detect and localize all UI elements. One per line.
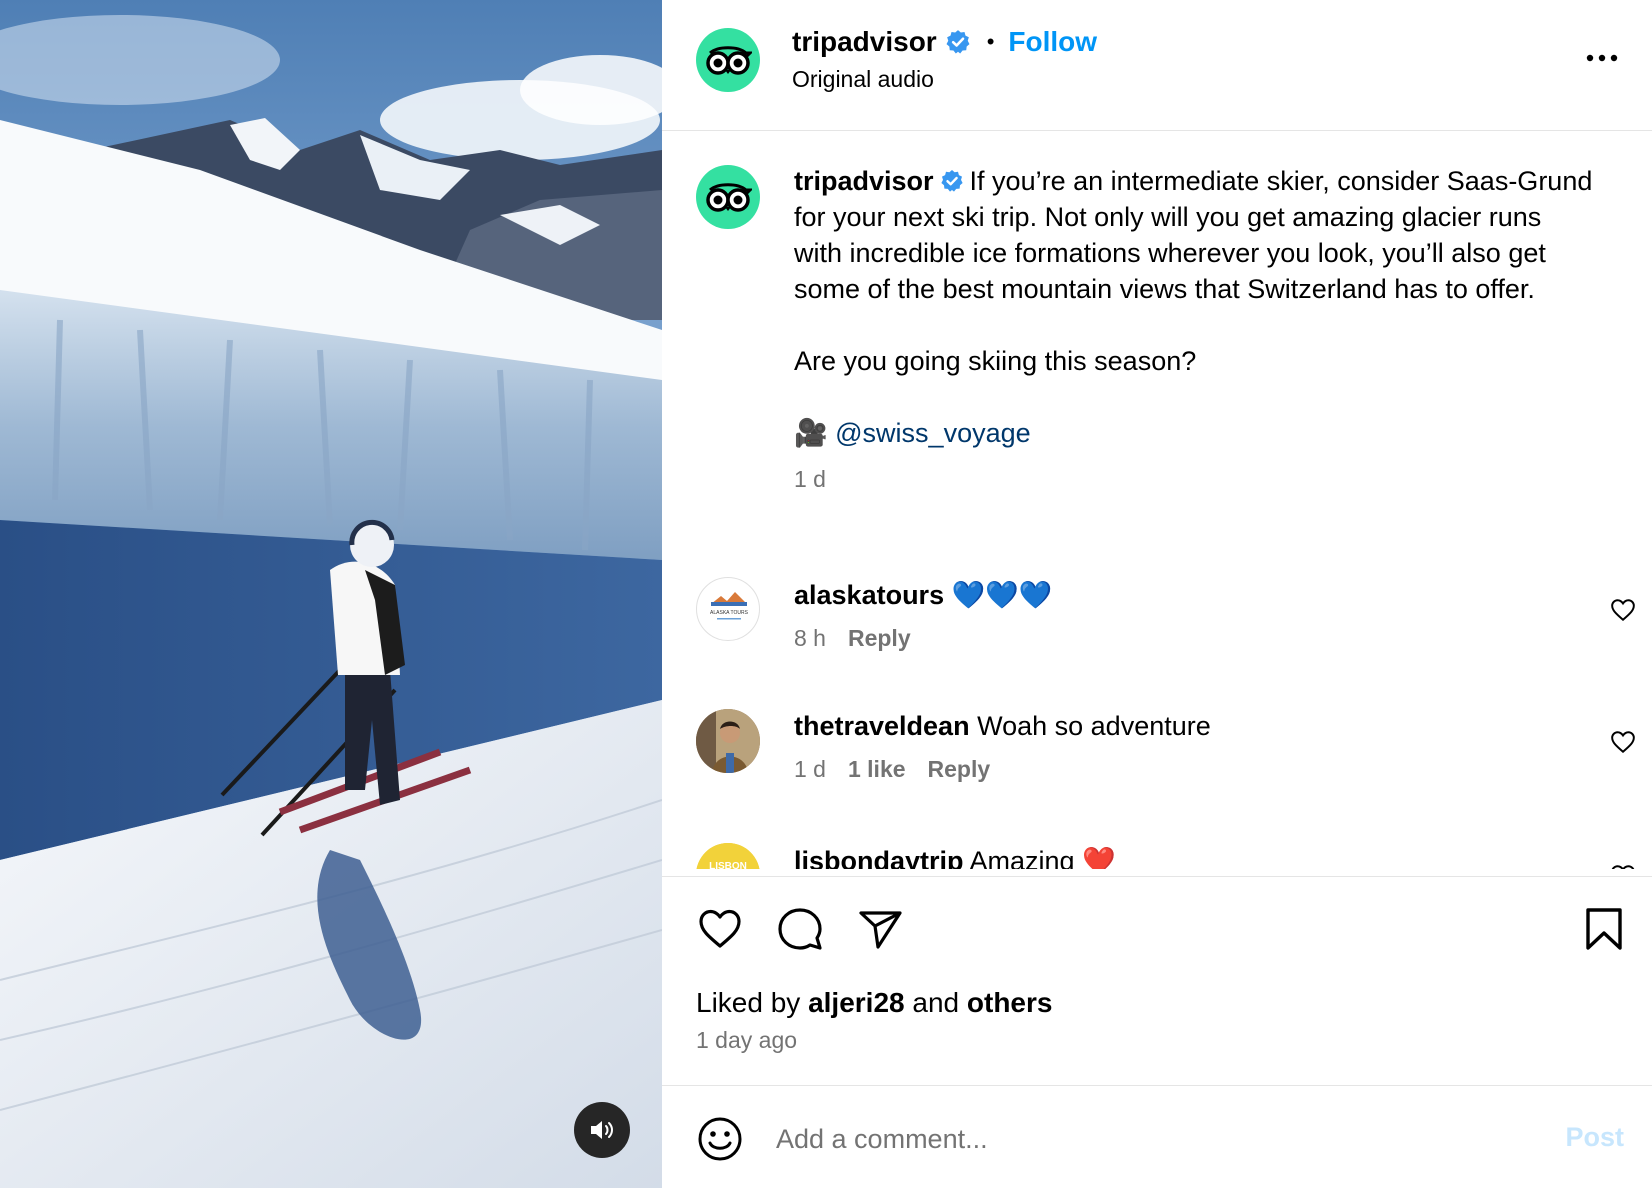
- caption-username[interactable]: tripadvisor: [794, 166, 934, 196]
- comment-meta: 1 d 1 like Reply: [794, 756, 1554, 783]
- more-options-icon[interactable]: [1582, 46, 1622, 70]
- comment-meta: 8 h Reply: [794, 625, 1554, 652]
- alaska-tours-logo-text: ALASKA TOURS: [710, 610, 749, 616]
- post-header: tripadvisor • Follow Original audio: [662, 0, 1652, 131]
- alaska-tours-logo: ALASKA TOURS: [710, 592, 749, 620]
- likes-summary: Liked by aljeri28 and others: [696, 987, 1052, 1019]
- tripadvisor-avatar[interactable]: [696, 28, 760, 92]
- verified-badge-icon: [940, 170, 963, 192]
- comment-username[interactable]: lisbondaytrip: [794, 846, 964, 869]
- lisbondaytrip-avatar[interactable]: LISBON: [696, 843, 760, 869]
- lisbon-logo-text: LISBON: [709, 861, 747, 869]
- comment-like-icon[interactable]: [1610, 863, 1636, 869]
- caption-avatar[interactable]: [696, 165, 760, 229]
- likes-prefix: Liked by: [696, 987, 801, 1018]
- alaskatours-avatar[interactable]: ALASKA TOURS: [696, 577, 760, 641]
- emoji-picker-icon[interactable]: [696, 1115, 744, 1163]
- verified-badge-icon: [946, 30, 970, 54]
- ski-glacier-image: [0, 0, 662, 1188]
- comment-time[interactable]: 1 d: [794, 756, 826, 782]
- save-bookmark-icon[interactable]: [1580, 905, 1628, 953]
- post-timestamp[interactable]: 1 day ago: [696, 1027, 797, 1054]
- header-username[interactable]: tripadvisor: [792, 26, 937, 58]
- video-camera-emoji: 🎥: [794, 418, 828, 448]
- original-audio-link[interactable]: Original audio: [792, 66, 934, 93]
- reply-button[interactable]: Reply: [928, 756, 991, 782]
- comments-list[interactable]: tripadvisor If you’re an intermediate ski…: [662, 131, 1652, 869]
- caption-text: If you’re an intermediate skier, conside…: [794, 166, 1593, 376]
- add-comment-bar: Post: [662, 1085, 1652, 1189]
- caption-meta: 1 d: [794, 461, 1594, 497]
- comment-bubble-icon[interactable]: [776, 905, 824, 953]
- reply-button[interactable]: Reply: [848, 625, 911, 651]
- follow-button[interactable]: Follow: [1008, 26, 1097, 58]
- comment-item: thetraveldean Woah so adventure 1 d 1 lik…: [794, 711, 1554, 783]
- tripadvisor-owl-icon: [706, 46, 752, 75]
- comment-text: Woah so adventure: [977, 711, 1211, 741]
- caption-time[interactable]: 1 d: [794, 466, 826, 492]
- share-send-icon[interactable]: [856, 905, 904, 953]
- audio-toggle-button[interactable]: [574, 1102, 630, 1158]
- caption-credit: 🎥 @swiss_voyage: [794, 415, 1594, 451]
- action-bar: Liked by aljeri28 and others 1 day ago: [662, 876, 1652, 1087]
- comment-username[interactable]: alaskatours: [794, 580, 944, 610]
- comment-like-icon[interactable]: [1610, 729, 1636, 755]
- comment-text: Amazing ❤️: [969, 846, 1116, 869]
- header-separator: •: [986, 29, 995, 54]
- comment-input[interactable]: [774, 1112, 1498, 1166]
- caption-paragraph: tripadvisor If you’re an intermediate ski…: [794, 163, 1594, 379]
- post-panel: tripadvisor • Follow Original audio trip…: [662, 0, 1652, 1188]
- comment-text: 💙💙💙: [951, 580, 1053, 610]
- comment-username[interactable]: thetraveldean: [794, 711, 970, 741]
- thetraveldean-avatar[interactable]: [696, 709, 760, 773]
- profile-photo: [696, 709, 760, 773]
- credit-handle-link[interactable]: @swiss_voyage: [835, 418, 1031, 448]
- post-video[interactable]: [0, 0, 662, 1188]
- likes-middle: and: [912, 987, 960, 1018]
- liked-by-user-link[interactable]: aljeri28: [808, 987, 905, 1018]
- comment-item: lisbondaytrip Amazing ❤️: [794, 845, 1554, 869]
- lisbon-logo: LISBON: [696, 843, 760, 869]
- post-caption: tripadvisor If you’re an intermediate ski…: [794, 163, 1594, 497]
- comment-time[interactable]: 8 h: [794, 625, 826, 651]
- comment-like-icon[interactable]: [1610, 597, 1636, 623]
- post-comment-button[interactable]: Post: [1565, 1122, 1624, 1153]
- like-heart-icon[interactable]: [696, 905, 744, 953]
- tripadvisor-owl-icon: [706, 183, 752, 212]
- header-name-row: tripadvisor • Follow: [792, 24, 1097, 60]
- comment-likes-count[interactable]: 1 like: [848, 756, 906, 782]
- comment-item: alaskatours 💙💙💙 8 h Reply: [794, 579, 1554, 652]
- speaker-icon: [591, 1121, 613, 1139]
- likes-others-link[interactable]: others: [967, 987, 1053, 1018]
